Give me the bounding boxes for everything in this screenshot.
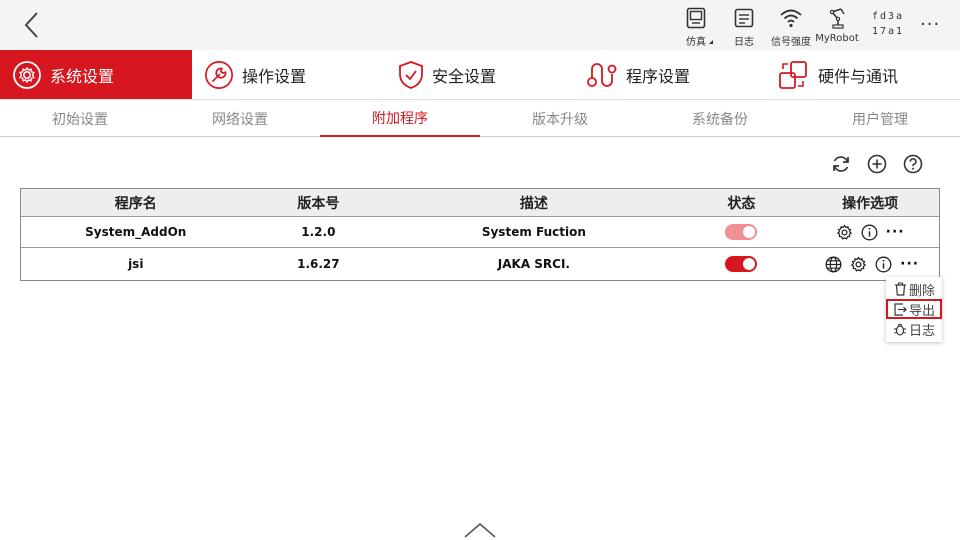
chevron-left-icon (24, 12, 38, 38)
program-description: JAKA SRCI. (497, 257, 570, 271)
row-options-menu: 删除 导出 日志 (886, 277, 942, 342)
add-button[interactable] (867, 154, 887, 174)
subtab-version-upgrade[interactable]: 版本升级 (480, 100, 640, 137)
info-icon[interactable] (875, 256, 892, 273)
header-version: 版本号 (297, 195, 340, 212)
tab-safety-settings-abs[interactable]: 安全设置 (398, 50, 496, 99)
export-icon (893, 302, 907, 316)
subtab-user-management[interactable]: 用户管理 (800, 100, 960, 137)
tab-system-settings-label: 系统设置 (50, 66, 115, 86)
status-cell (682, 224, 802, 240)
program-version: 1.2.0 (301, 225, 336, 239)
tab-hardware-communication[interactable]: 硬件与通讯 (778, 50, 898, 99)
program-version: 1.6.27 (297, 257, 340, 271)
header-program-name: 程序名 (114, 195, 157, 212)
trash-icon (893, 282, 907, 296)
status-cell (682, 256, 802, 272)
log-label: 日志 (734, 37, 754, 48)
table-row[interactable]: jsi 1.6.27 JAKA SRCI. ··· (21, 247, 939, 280)
log-status[interactable]: 日志 (719, 6, 769, 48)
menu-item-log-label: 日志 (909, 323, 936, 339)
signal-label: 信号强度 (771, 37, 811, 48)
robot-label: MyRobot (815, 33, 859, 44)
serial-line-2: 17a1 (872, 26, 905, 37)
tab-program-settings[interactable]: 程序设置 (586, 50, 690, 99)
options-cell: ··· (801, 223, 939, 241)
tab-operation-settings[interactable]: 操作设置 (192, 50, 384, 99)
more-options-button[interactable]: ··· (886, 225, 905, 239)
simulation-icon (683, 6, 709, 30)
settings-icon[interactable] (836, 223, 853, 241)
help-button[interactable] (903, 154, 923, 174)
bug-icon (893, 322, 907, 336)
robot-arm-icon (824, 6, 850, 30)
subtab-system-backup[interactable]: 系统备份 (640, 100, 800, 137)
program-description: System Fuction (481, 225, 586, 239)
chevron-up-icon (464, 522, 496, 538)
help-circle-icon (903, 154, 923, 174)
header-description: 描述 (519, 195, 548, 212)
settings-icon[interactable] (850, 255, 867, 273)
simulation-label: 仿真 (686, 37, 706, 48)
options-cell: ··· (801, 255, 939, 273)
device-serial: fd3a 17a1 (872, 9, 904, 39)
subtab-network-settings[interactable]: 网络设置 (160, 100, 320, 137)
tab-operation-settings-label: 操作设置 (242, 66, 307, 86)
serial-line-1: fd3a (872, 11, 905, 22)
more-menu-button[interactable]: ··· (920, 14, 940, 35)
more-options-button[interactable]: ··· (900, 257, 919, 271)
menu-item-log[interactable]: 日志 (886, 319, 942, 339)
robot-status[interactable]: MyRobot (812, 6, 862, 48)
refresh-button[interactable] (831, 154, 851, 174)
globe-icon[interactable] (825, 256, 842, 273)
header-status: 状态 (727, 195, 756, 212)
info-icon[interactable] (861, 224, 878, 241)
log-icon (731, 6, 757, 30)
program-name: jsi (128, 257, 144, 271)
addon-table: 程序名 版本号 描述 状态 操作选项 System_AddOn 1.2.0 Sy… (20, 188, 940, 281)
status-toggle[interactable] (725, 224, 758, 240)
tab-safety-settings-label: 安全设置 (432, 66, 497, 86)
status-toggle[interactable] (725, 256, 758, 272)
simulation-indicator (709, 40, 713, 44)
program-name: System_AddOn (85, 225, 187, 239)
expand-panel-button[interactable] (463, 522, 497, 538)
menu-item-export[interactable]: 导出 (886, 299, 942, 319)
top-bar: 仿真 日志 信号强度 MyRobot fd3a 17a1 ··· (0, 0, 960, 50)
hardware-icon (778, 60, 808, 90)
refresh-icon (833, 156, 849, 172)
table-row[interactable]: System_AddOn 1.2.0 System Fuction ··· (21, 216, 939, 247)
simulation-status[interactable]: 仿真 (671, 6, 721, 48)
tab-system-settings[interactable]: 系统设置 (0, 50, 192, 99)
program-icon (586, 60, 618, 90)
signal-status[interactable]: 信号强度 (766, 6, 816, 48)
subtab-initial-settings[interactable]: 初始设置 (0, 100, 160, 137)
wifi-icon (778, 6, 804, 30)
shield-check-icon (398, 60, 424, 90)
tab-hardware-communication-label: 硬件与通讯 (818, 66, 899, 86)
menu-item-delete[interactable]: 删除 (886, 279, 942, 299)
menu-item-export-label: 导出 (909, 303, 936, 319)
back-button[interactable] (18, 10, 46, 40)
header-options: 操作选项 (842, 195, 899, 212)
tab-program-settings-label: 程序设置 (626, 66, 691, 86)
gear-circle-icon (12, 60, 42, 90)
add-circle-icon (867, 154, 887, 174)
subtab-addon-programs[interactable]: 附加程序 (320, 100, 480, 137)
wrench-icon (204, 60, 234, 90)
sub-tabs: 初始设置 网络设置 附加程序 版本升级 系统备份 用户管理 (0, 99, 960, 137)
table-header: 程序名 版本号 描述 状态 操作选项 (21, 189, 939, 216)
menu-item-delete-label: 删除 (909, 283, 936, 299)
